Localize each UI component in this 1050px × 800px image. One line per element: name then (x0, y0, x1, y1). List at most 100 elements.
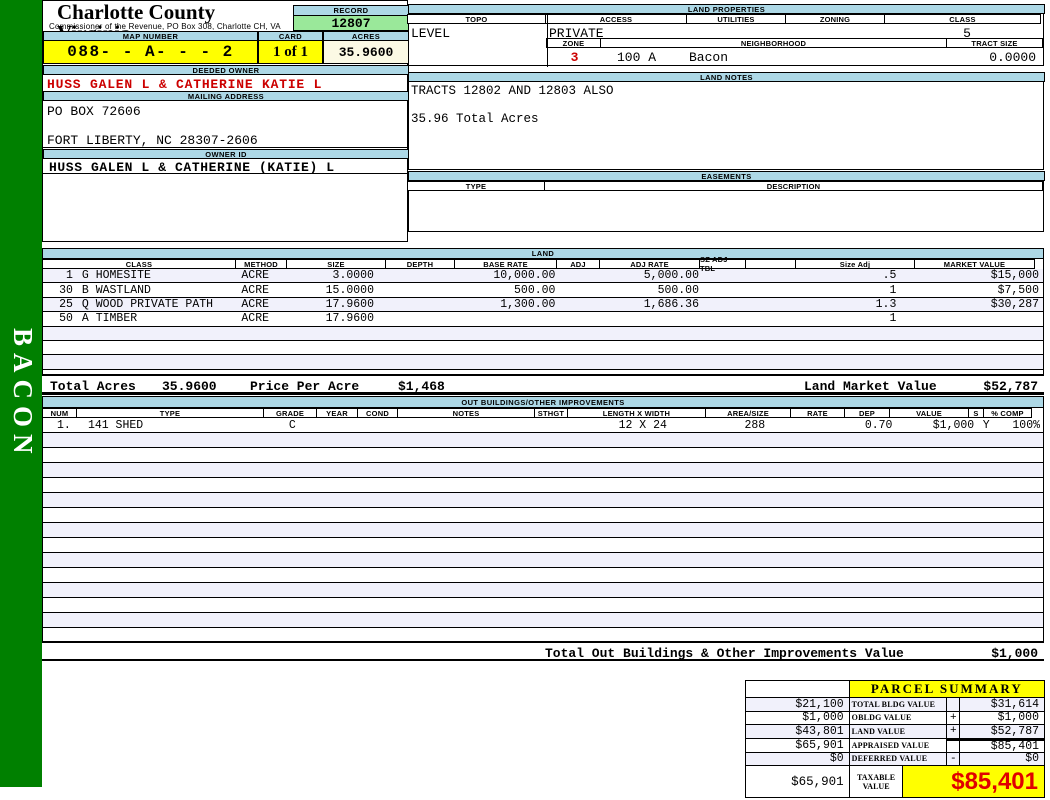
mailing-address-label: MAILING ADDRESS (43, 91, 409, 101)
land-rows: 1 G HOMESITE ACRE 3.0000 10,000.00 5,000… (43, 269, 1043, 385)
neighborhood-name: Bacon (689, 50, 729, 65)
out-buildings-total-label: Total Out Buildings & Other Improvements… (545, 646, 904, 661)
easement-type-label: TYPE (407, 181, 545, 191)
land-market-value-label: Land Market Value (804, 379, 937, 394)
summary-row: $21,100 TOTAL BLDG VALUE $31,614 (746, 698, 1045, 712)
land-col-method: METHOD (235, 259, 287, 269)
neighborhood-label: NEIGHBORHOOD (600, 38, 947, 48)
land-col-class: CLASS (42, 259, 236, 269)
ob-col-sthgt: STHGT (534, 408, 568, 418)
land-notes-panel: LAND NOTES TRACTS 12802 AND 12803 ALSO 3… (408, 72, 1045, 170)
total-acres-label: Total Acres (50, 379, 136, 394)
summary-row: $43,801 LAND VALUE + $52,787 (746, 725, 1045, 739)
out-buildings-empty-rows (43, 433, 1043, 658)
land-col-size-adj: Size Adj (795, 259, 915, 269)
ob-col-cond: COND (357, 408, 398, 418)
out-buildings-total-value: $1,000 (991, 646, 1038, 661)
land-notes-label: LAND NOTES (408, 72, 1045, 82)
taxable-value: $85,401 (903, 766, 1045, 798)
record-label: RECORD (293, 5, 409, 16)
land-properties-label: LAND PROPERTIES (408, 4, 1045, 14)
card-label: CARD (258, 31, 323, 41)
ob-col-value: VALUE (889, 408, 969, 418)
out-buildings-rows: 1. 141 SHED C 12 X 24 288 0.70 $1,000 Y … (43, 418, 1043, 658)
easements-panel: EASEMENTS TYPE DESCRIPTION (407, 171, 1045, 232)
land-row: 30 B WASTLAND ACRE 15.0000 500.00 500.00… (43, 283, 1043, 298)
land-table: LAND CLASS METHOD SIZE DEPTH BASE RATE A… (42, 248, 1044, 385)
neighborhood-vertical-label: BACON (8, 328, 38, 461)
summary-blank-cell (746, 681, 850, 698)
map-number-value: 088- - A- - - 2 (43, 41, 258, 64)
ob-col-year: YEAR (316, 408, 358, 418)
land-row: 1 G HOMESITE ACRE 3.0000 10,000.00 5,000… (43, 269, 1043, 284)
out-buildings-section-label: OUT BUILDINGS/OTHER IMPROVEMENTS (42, 396, 1044, 408)
summary-row: $1,000 OBLDG VALUE + $1,000 (746, 711, 1045, 725)
map-number-label: MAP NUMBER (43, 31, 258, 41)
summary-taxable-row: $65,901 TAXABLE VALUE $85,401 (746, 766, 1045, 798)
land-section-label: LAND (42, 248, 1044, 259)
land-market-value: $52,787 (983, 379, 1038, 394)
ob-col-notes: NOTES (397, 408, 535, 418)
land-totals-band: Total Acres 35.9600 Price Per Acre $1,46… (42, 374, 1044, 395)
tract-size-value: 0.0000 (989, 50, 1036, 65)
ob-col-length-width: LENGTH X WIDTH (567, 408, 706, 418)
ob-col-rate: RATE (790, 408, 845, 418)
ob-col-type: TYPE (76, 408, 264, 418)
easement-description-label: DESCRIPTION (544, 181, 1043, 191)
out-buildings-total-band: Total Out Buildings & Other Improvements… (42, 641, 1044, 661)
owner-id-value: HUSS GALEN L & CATHERINE (KATIE) L (43, 160, 409, 175)
zone-label: ZONE (546, 38, 601, 48)
class-label: CLASS (884, 14, 1041, 24)
easements-label: EASEMENTS (408, 171, 1045, 181)
utilities-label: UTILITIES (686, 14, 786, 24)
land-notes-line2: 35.96 Total Acres (411, 112, 539, 126)
property-record-card: BACON Charlotte County Virginia Commissi… (0, 0, 1050, 800)
commissioner-line: Commissioner of the Revenue, PO Box 308,… (49, 22, 281, 31)
land-col-blank (745, 259, 796, 269)
land-row: 25 Q WOOD PRIVATE PATH ACRE 17.9600 1,30… (43, 297, 1043, 313)
land-col-sz-adj-tbl: SZ ADJ TBL (699, 255, 746, 273)
land-properties-panel: LAND PROPERTIES TOPO ACCESS UTILITIES ZO… (407, 4, 1045, 67)
neighborhood-code: 100 A (617, 50, 657, 65)
ob-col-area-size: AREA/SIZE (705, 408, 791, 418)
land-col-depth: DEPTH (385, 259, 455, 269)
card-value: 1 of 1 (258, 41, 323, 64)
summary-row: $0 DEFERRED VALUE - $0 (746, 752, 1045, 766)
land-notes-line1: TRACTS 12802 AND 12803 ALSO (411, 84, 614, 98)
topo-value: LEVEL (411, 26, 451, 41)
zoning-label: ZONING (785, 14, 885, 24)
out-building-row: 1. 141 SHED C 12 X 24 288 0.70 $1,000 Y … (43, 418, 1043, 433)
address-line2: FORT LIBERTY, NC 28307-2606 (43, 133, 409, 148)
acres-label: ACRES (323, 31, 409, 41)
land-col-base-rate: BASE RATE (454, 259, 557, 269)
record-value: 12807 (293, 16, 409, 31)
price-per-acre-value: $1,468 (398, 379, 445, 394)
zone-value: 3 (570, 50, 579, 65)
owner-id-label: OWNER ID (43, 149, 409, 159)
deeded-owner-value: HUSS GALEN L & CATHERINE KATIE L (47, 77, 323, 92)
price-per-acre-label: Price Per Acre (250, 379, 360, 394)
access-label: ACCESS (545, 14, 687, 24)
land-row: 50 A TIMBER ACRE 17.9600 1 (43, 312, 1043, 327)
land-col-size: SIZE (286, 259, 386, 269)
topo-label: TOPO (407, 14, 546, 24)
address-line1: PO BOX 72606 (47, 104, 141, 119)
tract-size-label: TRACT SIZE (946, 38, 1043, 48)
taxable-value-label: TAXABLE VALUE (849, 766, 904, 798)
parcel-summary: PARCEL SUMMARY $21,100 TOTAL BLDG VALUE … (745, 680, 1045, 798)
acres-value: 35.9600 (323, 41, 409, 64)
ob-col-grade: GRADE (263, 408, 317, 418)
ob-col-dep: DEP (844, 408, 890, 418)
owner-panel: Charlotte County Virginia Commissioner o… (42, 0, 409, 242)
deeded-owner-label: DEEDED OWNER (43, 65, 409, 75)
land-col-market-value: MARKET VALUE (914, 259, 1035, 269)
ob-col-pct-comp: % COMP (983, 408, 1032, 418)
land-col-adj: ADJ (556, 259, 600, 269)
ob-col-s: S (968, 408, 984, 418)
out-buildings-table: OUT BUILDINGS/OTHER IMPROVEMENTS NUM TYP… (42, 396, 1044, 658)
parcel-summary-title: PARCEL SUMMARY (849, 681, 1045, 698)
ob-col-num: NUM (42, 408, 77, 418)
summary-row: $65,901 APPRAISED VALUE $85,401 (746, 738, 1045, 753)
total-acres-value: 35.9600 (162, 379, 217, 394)
land-col-adj-rate: ADJ RATE (599, 259, 700, 269)
